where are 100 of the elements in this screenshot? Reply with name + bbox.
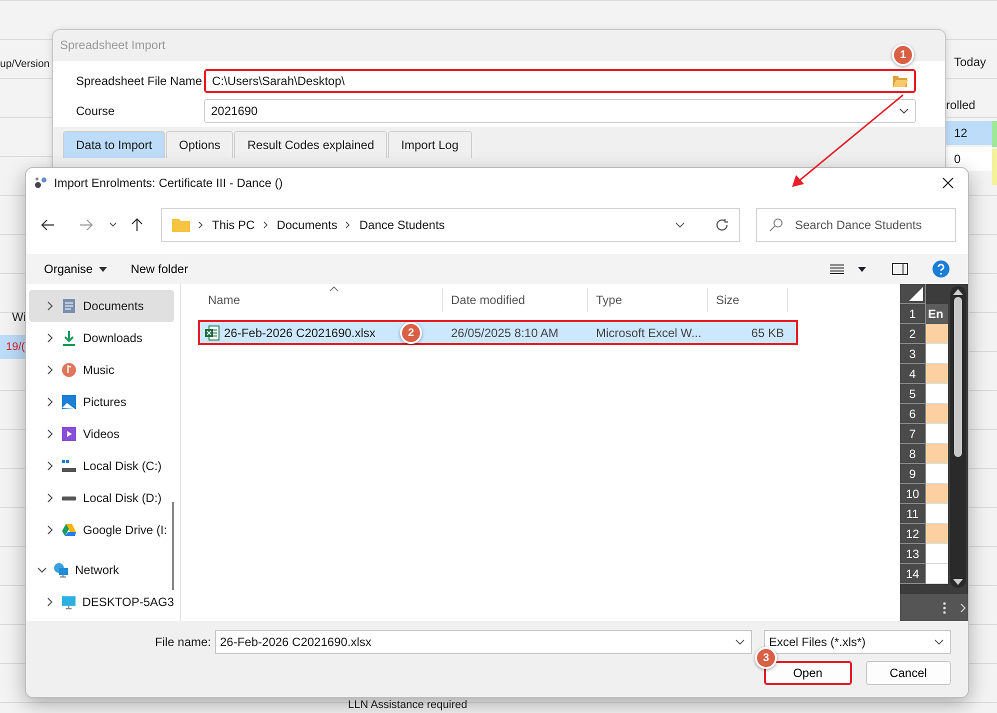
view-list-icon[interactable] bbox=[830, 264, 844, 274]
breadcrumb-item[interactable]: Documents bbox=[276, 218, 338, 232]
chevron-down-icon[interactable] bbox=[899, 107, 909, 115]
chevron-right-icon[interactable] bbox=[45, 461, 55, 471]
tab[interactable]: Options bbox=[166, 131, 234, 158]
row-number: 2 bbox=[900, 324, 926, 344]
chevron-down-icon[interactable] bbox=[108, 222, 118, 228]
row-number: 11 bbox=[900, 504, 926, 524]
drive-icon bbox=[61, 458, 77, 474]
header-cell: En bbox=[926, 304, 948, 324]
scrollbar[interactable] bbox=[950, 286, 966, 588]
type-cell-text: Microsoft Excel W... bbox=[595, 326, 702, 340]
nav-item[interactable]: DESKTOP-5AG3 bbox=[29, 586, 174, 618]
chevron-right-icon[interactable] bbox=[960, 602, 966, 612]
nav-item[interactable]: Pictures bbox=[29, 386, 174, 418]
column-header: Wi bbox=[12, 310, 26, 324]
size-cell-text: 65 KB bbox=[750, 326, 785, 340]
status-color-cell bbox=[992, 149, 997, 185]
picture-icon bbox=[61, 394, 77, 410]
table-cell: 0 bbox=[946, 147, 992, 171]
corner-triangle-icon bbox=[909, 287, 923, 301]
column-header[interactable]: Size bbox=[708, 288, 788, 312]
chevron-down-icon[interactable] bbox=[37, 565, 47, 575]
row-number: 3 bbox=[900, 344, 926, 364]
chevron-right-icon[interactable] bbox=[45, 333, 55, 343]
new-folder-button[interactable]: New folder bbox=[130, 262, 188, 276]
nav-item[interactable]: Google Drive (I: bbox=[29, 514, 174, 546]
file-row[interactable]: 26-Feb-2026 C2021690.xlsx 2 26/05/2025 8:10 AM Microsoft Excel W... 65 KB bbox=[198, 320, 798, 345]
row-number: 8 bbox=[900, 444, 926, 464]
more-icon[interactable] bbox=[943, 602, 946, 614]
chevron-right-icon bbox=[198, 221, 204, 229]
scroll-down-icon[interactable] bbox=[953, 579, 963, 585]
chevron-right-icon[interactable] bbox=[45, 525, 55, 535]
row-number: 10 bbox=[900, 484, 926, 504]
row-number: 7 bbox=[900, 424, 926, 444]
open-button[interactable]: Open bbox=[764, 661, 852, 685]
organise-button[interactable]: Organise bbox=[44, 262, 107, 276]
monitor-icon bbox=[60, 594, 76, 610]
nav-item[interactable]: Network bbox=[29, 554, 174, 586]
back-arrow-icon[interactable] bbox=[40, 219, 55, 231]
folder-icon bbox=[172, 218, 190, 232]
triangle-drive-icon bbox=[61, 522, 77, 538]
table-cell: 12 bbox=[946, 121, 992, 145]
spreadsheet-file-icon bbox=[204, 324, 220, 340]
field-label: LLN Assistance required bbox=[348, 699, 468, 711]
step-badge: 1 bbox=[892, 44, 914, 66]
chevron-right-icon[interactable] bbox=[45, 365, 55, 375]
row-number: 5 bbox=[900, 384, 926, 404]
row-number: 9 bbox=[900, 464, 926, 484]
tab[interactable]: Result Codes explained bbox=[234, 131, 388, 158]
forward-arrow-icon[interactable] bbox=[78, 219, 93, 231]
refresh-icon[interactable] bbox=[715, 218, 729, 232]
chevron-down-icon[interactable] bbox=[934, 639, 944, 645]
chevron-right-icon[interactable] bbox=[45, 493, 55, 503]
tab[interactable]: Data to Import bbox=[63, 131, 166, 158]
date-cell-text: 26/05/2025 8:10 AM bbox=[450, 326, 560, 340]
chevron-down-icon[interactable] bbox=[735, 639, 745, 645]
address-bar[interactable]: This PC Documents Dance Students bbox=[161, 208, 740, 242]
breadcrumb-item[interactable]: This PC bbox=[212, 218, 255, 232]
app-icon bbox=[34, 176, 48, 190]
chevron-right-icon bbox=[262, 221, 269, 229]
file-name: 26-Feb-2026 C2021690.xlsx bbox=[224, 326, 376, 340]
chevron-right-icon[interactable] bbox=[45, 597, 55, 607]
caret-down-icon[interactable] bbox=[858, 266, 866, 272]
scroll-up-icon[interactable] bbox=[953, 289, 963, 295]
column-header[interactable]: Name bbox=[198, 288, 443, 312]
row-number: 14 bbox=[900, 564, 926, 584]
close-icon[interactable] bbox=[942, 177, 954, 189]
chevron-right-icon[interactable] bbox=[45, 429, 55, 439]
step-badge: 2 bbox=[400, 322, 422, 344]
nav-item[interactable]: Videos bbox=[29, 418, 174, 450]
step-badge: 3 bbox=[755, 647, 777, 669]
file-name-field[interactable]: 26-Feb-2026 C2021690.xlsx bbox=[215, 630, 752, 654]
cancel-button[interactable]: Cancel bbox=[866, 661, 951, 685]
column-header: Today bbox=[954, 55, 986, 69]
nav-item[interactable]: Downloads bbox=[29, 322, 174, 354]
nav-item[interactable]: Music bbox=[29, 354, 174, 386]
help-icon[interactable] bbox=[932, 260, 950, 278]
chevron-down-icon[interactable] bbox=[675, 222, 685, 228]
nav-item[interactable]: Local Disk (D:) bbox=[29, 482, 174, 514]
tab[interactable]: Import Log bbox=[388, 131, 472, 158]
column-header[interactable]: Type bbox=[588, 288, 708, 312]
file-type-dropdown[interactable]: Excel Files (*.xls*) bbox=[764, 630, 951, 654]
nav-item[interactable]: Documents bbox=[29, 290, 174, 322]
nav-item[interactable]: Local Disk (C:) bbox=[29, 450, 174, 482]
row-number: 4 bbox=[900, 364, 926, 384]
drive-icon bbox=[61, 496, 77, 500]
row-number: 13 bbox=[900, 544, 926, 564]
breadcrumb-item[interactable]: Dance Students bbox=[359, 218, 445, 232]
chevron-right-icon[interactable] bbox=[45, 397, 55, 407]
course-dropdown[interactable]: 2021690 bbox=[204, 99, 916, 123]
chevron-right-icon[interactable] bbox=[45, 301, 55, 311]
column-header[interactable]: Date modified bbox=[443, 288, 588, 312]
up-arrow-icon[interactable] bbox=[131, 218, 144, 232]
status-color-cell bbox=[992, 121, 997, 147]
column-header: rolled bbox=[946, 98, 976, 112]
dialog-title: Import Enrolments: Certificate III - Dance () bbox=[54, 176, 284, 190]
search-field[interactable]: Search Dance Students bbox=[756, 208, 956, 242]
preview-pane-icon[interactable] bbox=[892, 263, 908, 275]
row-number: 12 bbox=[900, 524, 926, 544]
